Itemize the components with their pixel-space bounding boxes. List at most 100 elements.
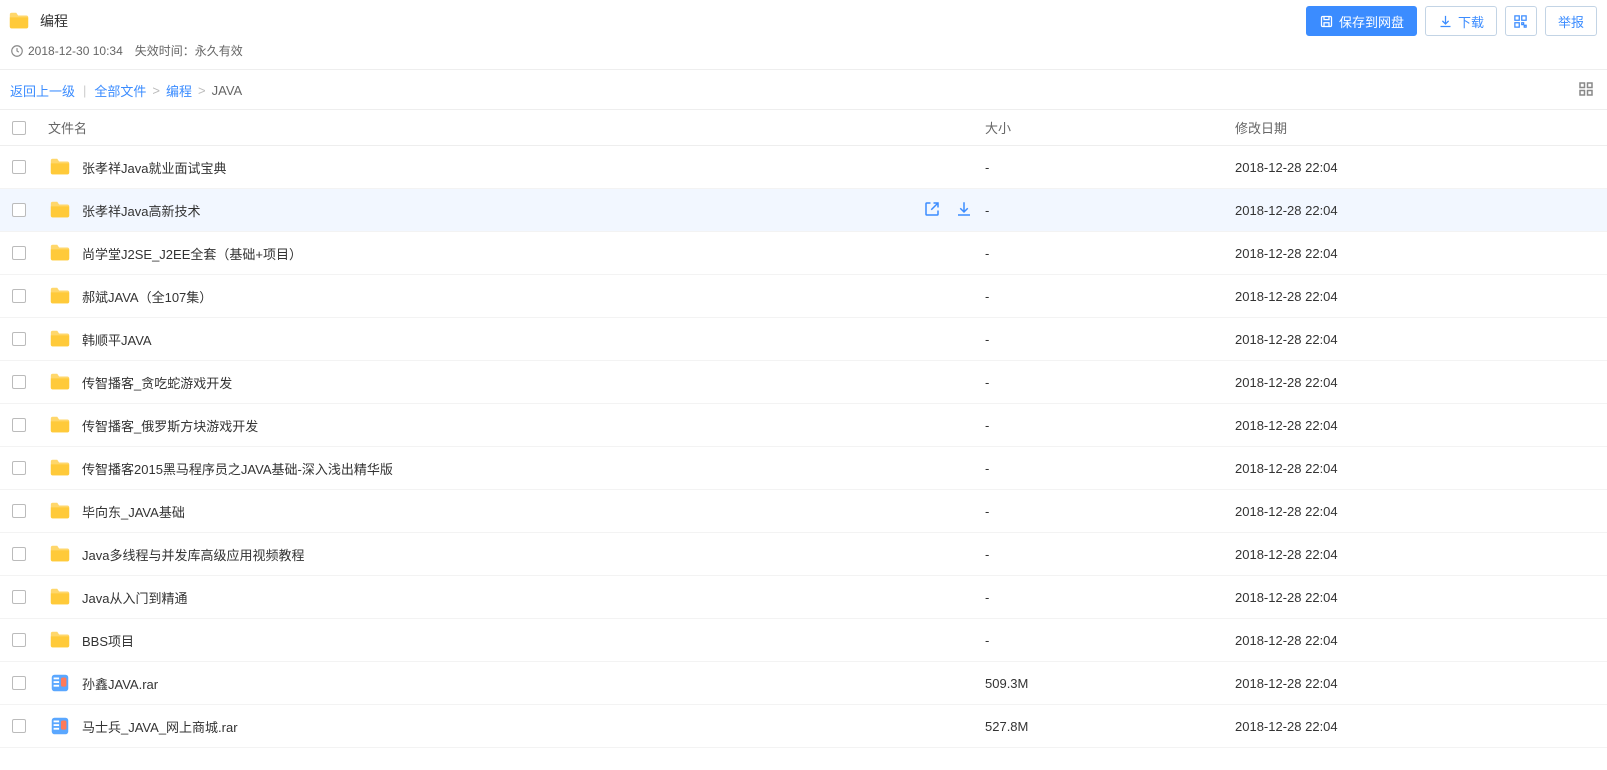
file-name[interactable]: BBS项目 bbox=[82, 631, 134, 650]
table-row[interactable]: BBS项目-2018-12-28 22:04 bbox=[0, 619, 1607, 662]
file-size: - bbox=[985, 590, 1235, 605]
file-name[interactable]: 传智播客_贪吃蛇游戏开发 bbox=[82, 373, 232, 392]
row-checkbox-col bbox=[12, 246, 42, 260]
qrcode-button[interactable] bbox=[1505, 6, 1537, 36]
folder-icon bbox=[48, 414, 72, 436]
row-checkbox[interactable] bbox=[12, 676, 26, 690]
row-name-col: Java从入门到精通 bbox=[42, 586, 985, 608]
row-actions bbox=[923, 200, 973, 221]
table-row[interactable]: 传智播客_俄罗斯方块游戏开发-2018-12-28 22:04 bbox=[0, 404, 1607, 447]
file-name[interactable]: 尚学堂J2SE_J2EE全套（基础+项目） bbox=[82, 244, 302, 263]
file-list: 张孝祥Java就业面试宝典-2018-12-28 22:04张孝祥Java高新技… bbox=[0, 146, 1607, 748]
column-header-size[interactable]: 大小 bbox=[985, 118, 1235, 137]
folder-icon bbox=[48, 543, 72, 565]
select-all-checkbox[interactable] bbox=[12, 121, 26, 135]
header: 编程 保存到网盘 下载 举报 bbox=[0, 0, 1607, 42]
column-header-date[interactable]: 修改日期 bbox=[1235, 118, 1595, 137]
file-name[interactable]: Java多线程与并发库高级应用视频教程 bbox=[82, 545, 304, 564]
table-row[interactable]: 传智播客_贪吃蛇游戏开发-2018-12-28 22:04 bbox=[0, 361, 1607, 404]
row-share-button[interactable] bbox=[923, 200, 941, 221]
row-checkbox[interactable] bbox=[12, 633, 26, 647]
table-row[interactable]: 毕向东_JAVA基础-2018-12-28 22:04 bbox=[0, 490, 1607, 533]
file-size: - bbox=[985, 203, 1235, 218]
table-row[interactable]: 张孝祥Java就业面试宝典-2018-12-28 22:04 bbox=[0, 146, 1607, 189]
row-name-col: 毕向东_JAVA基础 bbox=[42, 500, 985, 522]
row-checkbox[interactable] bbox=[12, 719, 26, 733]
grid-icon bbox=[1577, 80, 1595, 98]
table-row[interactable]: 韩顺平JAVA-2018-12-28 22:04 bbox=[0, 318, 1607, 361]
table-row[interactable]: Java多线程与并发库高级应用视频教程 -2018-12-28 22:04 bbox=[0, 533, 1607, 576]
row-checkbox[interactable] bbox=[12, 246, 26, 260]
file-name[interactable]: Java从入门到精通 bbox=[82, 588, 187, 607]
file-size: - bbox=[985, 461, 1235, 476]
row-name-col: BBS项目 bbox=[42, 629, 985, 651]
row-checkbox[interactable] bbox=[12, 332, 26, 346]
download-label: 下载 bbox=[1458, 12, 1484, 31]
column-header-name[interactable]: 文件名 bbox=[42, 118, 985, 137]
row-checkbox-col bbox=[12, 332, 42, 346]
file-name[interactable]: 张孝祥Java高新技术 bbox=[82, 201, 200, 220]
breadcrumb-parent[interactable]: 编程 bbox=[166, 81, 192, 100]
row-name-col: 张孝祥Java就业面试宝典 bbox=[42, 156, 985, 178]
row-checkbox[interactable] bbox=[12, 590, 26, 604]
folder-icon bbox=[48, 199, 72, 221]
breadcrumb-sep: > bbox=[198, 83, 206, 98]
header-checkbox-col bbox=[12, 121, 42, 135]
table-row[interactable]: 传智播客2015黑马程序员之JAVA基础-深入浅出精华版 -2018-12-28 … bbox=[0, 447, 1607, 490]
report-label: 举报 bbox=[1558, 12, 1584, 31]
breadcrumb-row: 返回上一级 | 全部文件 > 编程 > JAVA bbox=[0, 69, 1607, 109]
meta-line: 2018-12-30 10:34 失效时间：永久有效 bbox=[0, 42, 1607, 69]
row-checkbox[interactable] bbox=[12, 289, 26, 303]
row-name-col: 传智播客_俄罗斯方块游戏开发 bbox=[42, 414, 985, 436]
table-row[interactable]: 张孝祥Java高新技术-2018-12-28 22:04 bbox=[0, 189, 1607, 232]
table-row[interactable]: 尚学堂J2SE_J2EE全套（基础+项目）-2018-12-28 22:04 bbox=[0, 232, 1607, 275]
file-date: 2018-12-28 22:04 bbox=[1235, 289, 1595, 304]
expire-label: 失效时间：永久有效 bbox=[135, 42, 243, 59]
row-checkbox[interactable] bbox=[12, 375, 26, 389]
file-date: 2018-12-28 22:04 bbox=[1235, 461, 1595, 476]
file-size: - bbox=[985, 547, 1235, 562]
row-name-col: 韩顺平JAVA bbox=[42, 328, 985, 350]
file-name[interactable]: 马士兵_JAVA_网上商城.rar bbox=[82, 717, 238, 736]
row-checkbox-col bbox=[12, 676, 42, 690]
breadcrumb-all[interactable]: 全部文件 bbox=[94, 81, 146, 100]
breadcrumb-current: JAVA bbox=[212, 83, 243, 98]
download-button[interactable]: 下载 bbox=[1425, 6, 1497, 36]
file-size: 527.8M bbox=[985, 719, 1235, 734]
report-button[interactable]: 举报 bbox=[1545, 6, 1597, 36]
row-download-button[interactable] bbox=[955, 200, 973, 221]
file-name[interactable]: 传智播客_俄罗斯方块游戏开发 bbox=[82, 416, 258, 435]
row-checkbox[interactable] bbox=[12, 203, 26, 217]
row-checkbox[interactable] bbox=[12, 461, 26, 475]
table-row[interactable]: 马士兵_JAVA_网上商城.rar527.8M2018-12-28 22:04 bbox=[0, 705, 1607, 748]
timestamp-text: 2018-12-30 10:34 bbox=[28, 44, 123, 58]
row-checkbox[interactable] bbox=[12, 547, 26, 561]
breadcrumb-back[interactable]: 返回上一级 bbox=[10, 81, 75, 100]
row-checkbox-col bbox=[12, 504, 42, 518]
folder-icon bbox=[48, 242, 72, 264]
file-size: 509.3M bbox=[985, 676, 1235, 691]
file-name[interactable]: 韩顺平JAVA bbox=[82, 330, 152, 349]
save-to-disk-label: 保存到网盘 bbox=[1339, 12, 1404, 31]
clock-icon bbox=[10, 44, 24, 58]
file-size: - bbox=[985, 332, 1235, 347]
view-toggle-grid[interactable] bbox=[1577, 80, 1595, 101]
file-name[interactable]: 郝斌JAVA（全107集） bbox=[82, 287, 212, 306]
row-name-col: 传智播客_贪吃蛇游戏开发 bbox=[42, 371, 985, 393]
row-checkbox-col bbox=[12, 418, 42, 432]
row-checkbox[interactable] bbox=[12, 160, 26, 174]
table-row[interactable]: 孙鑫JAVA.rar509.3M2018-12-28 22:04 bbox=[0, 662, 1607, 705]
table-row[interactable]: 郝斌JAVA（全107集） -2018-12-28 22:04 bbox=[0, 275, 1607, 318]
row-checkbox[interactable] bbox=[12, 418, 26, 432]
table-row[interactable]: Java从入门到精通-2018-12-28 22:04 bbox=[0, 576, 1607, 619]
file-size: - bbox=[985, 289, 1235, 304]
file-name[interactable]: 传智播客2015黑马程序员之JAVA基础-深入浅出精华版 bbox=[82, 459, 393, 478]
row-name-col: 张孝祥Java高新技术 bbox=[42, 199, 923, 221]
file-name[interactable]: 毕向东_JAVA基础 bbox=[82, 502, 185, 521]
folder-icon bbox=[48, 371, 72, 393]
file-name[interactable]: 孙鑫JAVA.rar bbox=[82, 674, 158, 693]
file-date: 2018-12-28 22:04 bbox=[1235, 547, 1595, 562]
file-name[interactable]: 张孝祥Java就业面试宝典 bbox=[82, 158, 226, 177]
row-checkbox[interactable] bbox=[12, 504, 26, 518]
save-to-disk-button[interactable]: 保存到网盘 bbox=[1306, 6, 1417, 36]
